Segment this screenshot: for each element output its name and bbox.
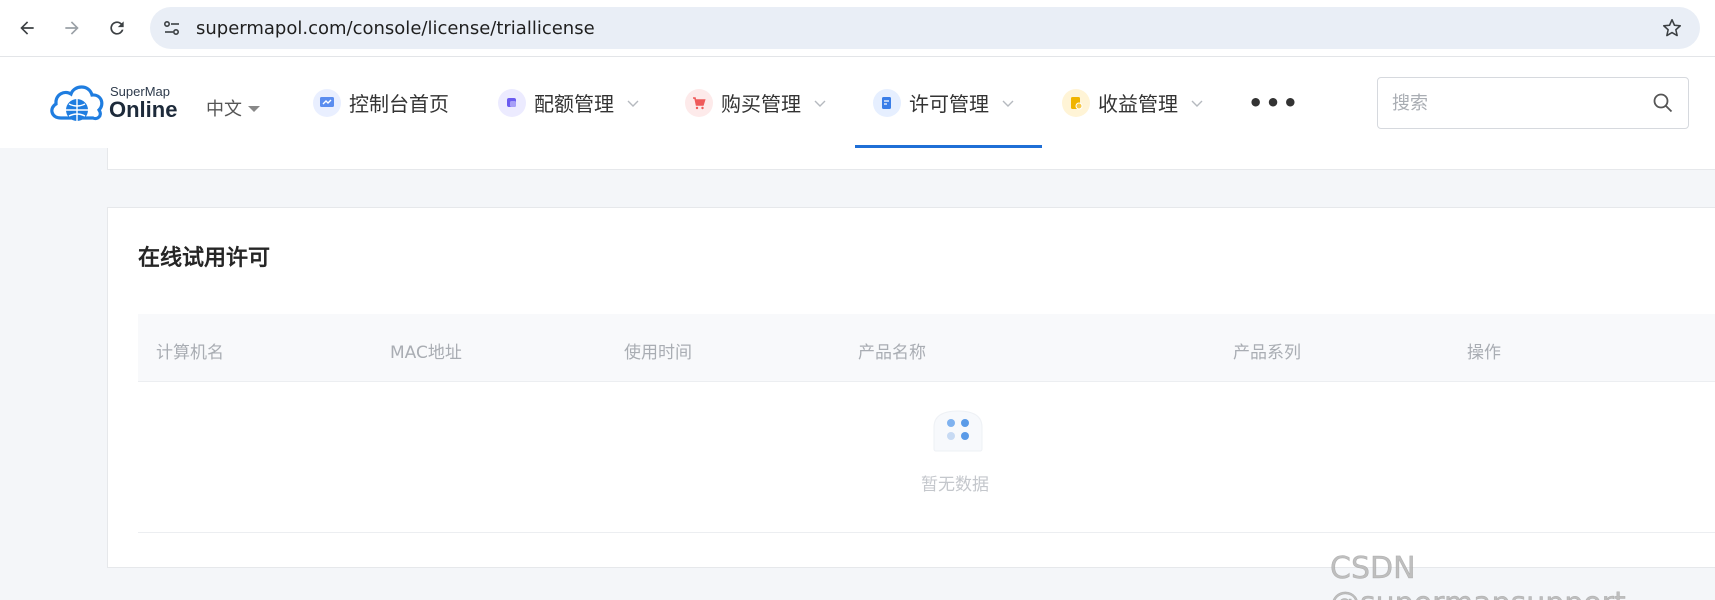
back-button[interactable] — [11, 12, 43, 44]
table-header: 计算机名 MAC地址 使用时间 产品名称 产品系列 操作 — [138, 314, 1715, 382]
menu-item-purchase[interactable]: 购买管理 — [685, 57, 827, 148]
column-header: 产品名称 — [858, 343, 926, 363]
address-bar[interactable]: supermapol.com/console/license/triallice… — [150, 7, 1700, 49]
menu-item-revenue[interactable]: 收益管理 — [1062, 57, 1204, 148]
forward-button[interactable] — [56, 12, 88, 44]
menu-item-console-home[interactable]: 控制台首页 — [313, 57, 449, 148]
language-label: 中文 — [206, 99, 242, 120]
chevron-down-icon — [627, 100, 639, 107]
bookmark-star-icon[interactable] — [1660, 16, 1684, 40]
menu-label: 配额管理 — [534, 92, 614, 116]
search-input[interactable] — [1392, 90, 1632, 116]
license-icon — [873, 88, 901, 117]
chevron-down-icon — [1191, 100, 1203, 107]
reload-button[interactable] — [101, 12, 133, 44]
menu-item-license[interactable]: 许可管理 — [873, 57, 1015, 148]
column-header: 操作 — [1467, 343, 1501, 363]
app-header: SuperMap Online 中文 控制台首页 配额管理 购买管理 许可管理 — [0, 57, 1715, 148]
search-box — [1377, 77, 1689, 129]
column-header: 产品系列 — [1233, 343, 1301, 363]
menu-label: 购买管理 — [721, 92, 801, 116]
chevron-down-icon — [1002, 100, 1014, 107]
arrow-right-icon — [65, 21, 79, 35]
arrow-left-icon — [20, 21, 34, 35]
logo-text-online: Online — [109, 97, 178, 122]
url-text[interactable]: supermapol.com/console/license/triallice… — [196, 18, 595, 39]
empty-text: 暂无数据 — [921, 475, 989, 495]
cart-icon — [685, 88, 713, 117]
cloud-globe-icon — [50, 85, 104, 121]
menu-item-quota[interactable]: 配额管理 — [498, 57, 640, 148]
watermark: CSDN @supermapsupport — [1330, 551, 1626, 600]
menu-label: 控制台首页 — [349, 92, 449, 116]
site-info-icon[interactable] — [160, 16, 184, 40]
more-menu-button[interactable]: ••• — [1248, 89, 1300, 117]
page-title: 在线试用许可 — [138, 246, 271, 271]
revenue-icon — [1062, 88, 1090, 117]
column-header: MAC地址 — [390, 343, 462, 363]
column-header: 使用时间 — [624, 343, 692, 363]
search-icon[interactable] — [1652, 92, 1674, 114]
column-header: 计算机名 — [156, 343, 224, 363]
browser-toolbar: supermapol.com/console/license/triallice… — [0, 0, 1715, 57]
reload-icon — [110, 21, 124, 35]
menu-label: 许可管理 — [909, 92, 989, 116]
caret-down-icon — [248, 106, 260, 112]
previous-card-bottom — [107, 148, 1715, 170]
console-home-icon — [313, 88, 341, 117]
supermap-logo[interactable]: SuperMap Online — [47, 80, 187, 130]
quota-icon — [498, 88, 526, 117]
chevron-down-icon — [814, 100, 826, 107]
empty-state: 暂无数据 — [138, 383, 1715, 533]
empty-data-icon — [933, 410, 983, 452]
language-selector[interactable]: 中文 — [206, 95, 260, 121]
trial-license-card: 在线试用许可 计算机名 MAC地址 使用时间 产品名称 产品系列 操作 暂无数据 — [107, 207, 1715, 568]
menu-label: 收益管理 — [1098, 92, 1178, 116]
